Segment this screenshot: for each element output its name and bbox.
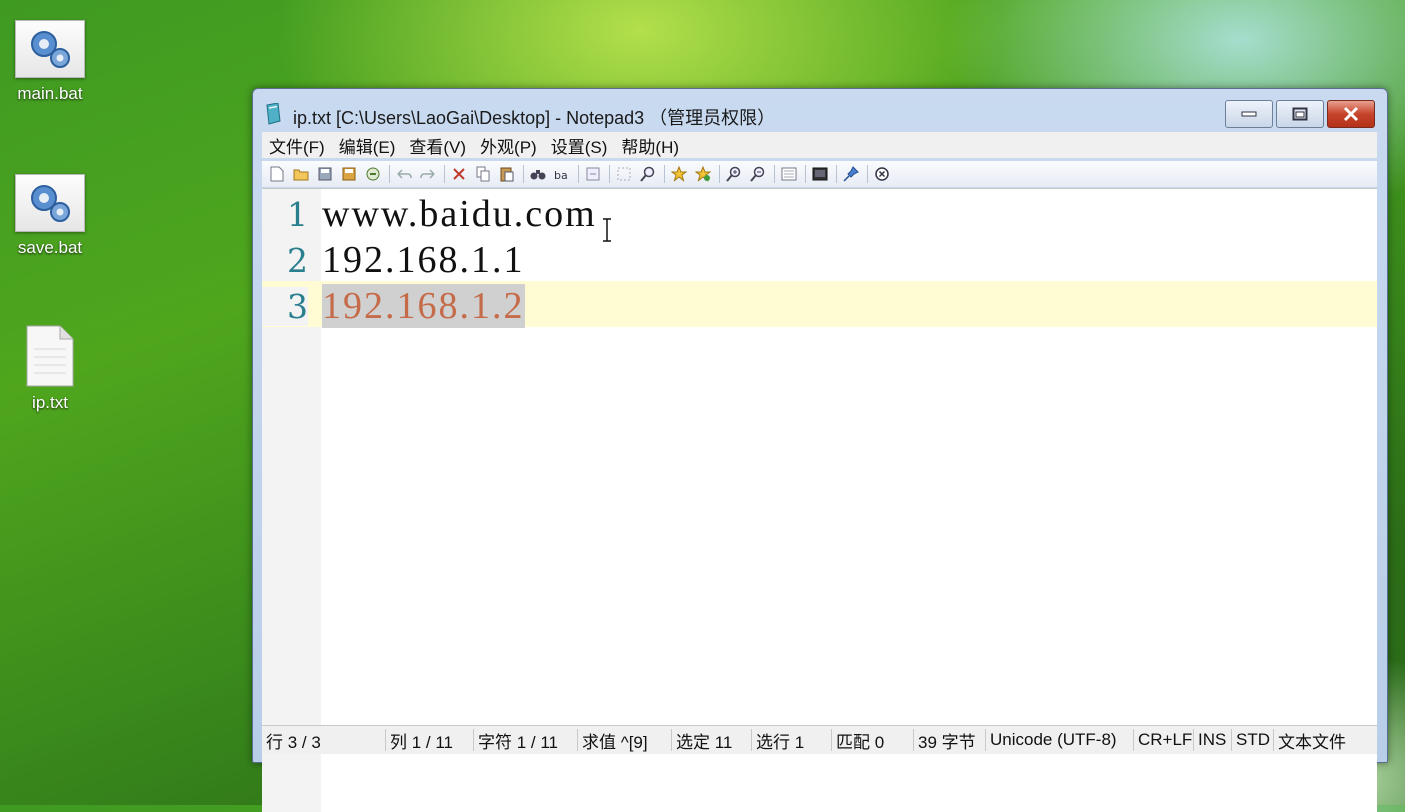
toolbar-separator xyxy=(867,165,868,183)
close-icon[interactable] xyxy=(871,164,893,184)
copy-icon[interactable] xyxy=(472,164,494,184)
line-number: 1 xyxy=(287,195,308,234)
minimize-icon xyxy=(1241,111,1257,117)
status-selected: 选定 11 xyxy=(672,729,752,752)
menu-file[interactable]: 文件(F) xyxy=(262,133,332,158)
selected-line-text: 192.168.1.2 xyxy=(322,284,525,328)
menu-edit[interactable]: 编辑(E) xyxy=(332,133,403,158)
redo-icon[interactable] xyxy=(417,164,439,184)
status-column: 列 1 / 11 xyxy=(386,729,474,752)
window-title: ip.txt [C:\Users\LaoGai\Desktop] - Notep… xyxy=(293,108,776,128)
status-filetype[interactable]: 文本文件 xyxy=(1274,729,1377,752)
status-match: 匹配 0 xyxy=(832,729,914,752)
screen-icon[interactable] xyxy=(809,164,831,184)
zoom-in-icon[interactable] xyxy=(723,164,745,184)
menu-help[interactable]: 帮助(H) xyxy=(614,133,686,158)
ibeam-cursor-icon xyxy=(602,218,612,247)
cut-icon[interactable] xyxy=(448,164,470,184)
toolbar-separator xyxy=(444,165,445,183)
menu-settings[interactable]: 设置(S) xyxy=(544,133,615,158)
batch-file-icon xyxy=(15,174,85,232)
toolbar-separator xyxy=(719,165,720,183)
desktop-icon-save-bat[interactable]: save.bat xyxy=(0,174,100,258)
view-icon[interactable] xyxy=(778,164,800,184)
find-next-icon[interactable] xyxy=(637,164,659,184)
status-bytes: 39 字节 xyxy=(914,729,986,752)
line-number: 2 xyxy=(287,241,308,280)
status-eol[interactable]: CR+LF xyxy=(1134,729,1194,751)
status-eval: 求值 ^[9] xyxy=(578,729,672,752)
toolbar-separator xyxy=(774,165,775,183)
select-icon[interactable] xyxy=(613,164,635,184)
notepad3-app-icon xyxy=(263,102,283,130)
bookmark-icon[interactable] xyxy=(668,164,690,184)
maximize-button[interactable] xyxy=(1276,100,1324,128)
toolbar-separator xyxy=(664,165,665,183)
text-file-icon xyxy=(26,325,74,387)
pin-icon[interactable] xyxy=(840,164,862,184)
find-icon[interactable] xyxy=(527,164,549,184)
toolbar-separator xyxy=(836,165,837,183)
desktop-icon-label: save.bat xyxy=(17,238,83,257)
close-icon xyxy=(1343,106,1359,122)
revert-icon[interactable] xyxy=(362,164,384,184)
bookmark-add-icon[interactable] xyxy=(692,164,714,184)
desktop-icon-label: ip.txt xyxy=(32,393,68,412)
status-std[interactable]: STD xyxy=(1232,729,1274,751)
menu-bar: 文件(F) 编辑(E) 查看(V) 外观(P) 设置(S) 帮助(H) xyxy=(262,132,1377,158)
undo-icon[interactable] xyxy=(393,164,415,184)
desktop-icon-ip-txt[interactable]: ip.txt xyxy=(0,325,100,413)
line-number: 3 xyxy=(262,287,308,326)
desktop-icon-main-bat[interactable]: main.bat xyxy=(0,20,100,104)
toolbar-separator xyxy=(523,165,524,183)
toolbar-separator xyxy=(609,165,610,183)
editor-line-current[interactable]: 3 192.168.1.2 xyxy=(262,281,1377,328)
desktop-icon-label: main.bat xyxy=(17,84,83,103)
toolbar: ba xyxy=(262,161,1377,187)
save-icon[interactable] xyxy=(314,164,336,184)
text-editor[interactable]: 1 www.baidu.com 2 192.168.1.1 3 192.168.… xyxy=(262,188,1377,812)
goto-icon[interactable] xyxy=(582,164,604,184)
editor-line[interactable]: 2 192.168.1.1 xyxy=(262,235,1377,281)
save-as-icon[interactable] xyxy=(338,164,360,184)
minimize-button[interactable] xyxy=(1225,100,1273,128)
line-text: 192.168.1.1 xyxy=(322,239,525,281)
svg-text:ba: ba xyxy=(554,169,568,181)
status-row: 行 3 / 3 xyxy=(262,729,386,752)
open-file-icon[interactable] xyxy=(290,164,312,184)
batch-file-icon xyxy=(15,20,85,78)
new-file-icon[interactable] xyxy=(266,164,288,184)
editor-line[interactable]: 1 www.baidu.com xyxy=(262,189,1377,235)
replace-icon[interactable]: ba xyxy=(551,164,573,184)
status-selected-lines: 选行 1 xyxy=(752,729,832,752)
status-ins[interactable]: INS xyxy=(1194,729,1232,751)
title-bar[interactable]: ip.txt [C:\Users\LaoGai\Desktop] - Notep… xyxy=(253,89,1387,129)
close-window-button[interactable] xyxy=(1327,100,1375,128)
notepad3-window: ip.txt [C:\Users\LaoGai\Desktop] - Notep… xyxy=(252,88,1388,812)
status-characters: 字符 1 / 11 xyxy=(474,729,578,752)
toolbar-separator xyxy=(805,165,806,183)
status-bar: 行 3 / 3 列 1 / 11 字符 1 / 11 求值 ^[9] 选定 11… xyxy=(262,725,1377,754)
toolbar-separator xyxy=(389,165,390,183)
zoom-out-icon[interactable] xyxy=(747,164,769,184)
status-encoding[interactable]: Unicode (UTF-8) xyxy=(986,729,1134,751)
paste-icon[interactable] xyxy=(496,164,518,184)
maximize-icon xyxy=(1292,107,1308,121)
line-text: www.baidu.com xyxy=(322,193,597,235)
menu-appearance[interactable]: 外观(P) xyxy=(473,133,544,158)
toolbar-separator xyxy=(578,165,579,183)
menu-view[interactable]: 查看(V) xyxy=(402,133,473,158)
